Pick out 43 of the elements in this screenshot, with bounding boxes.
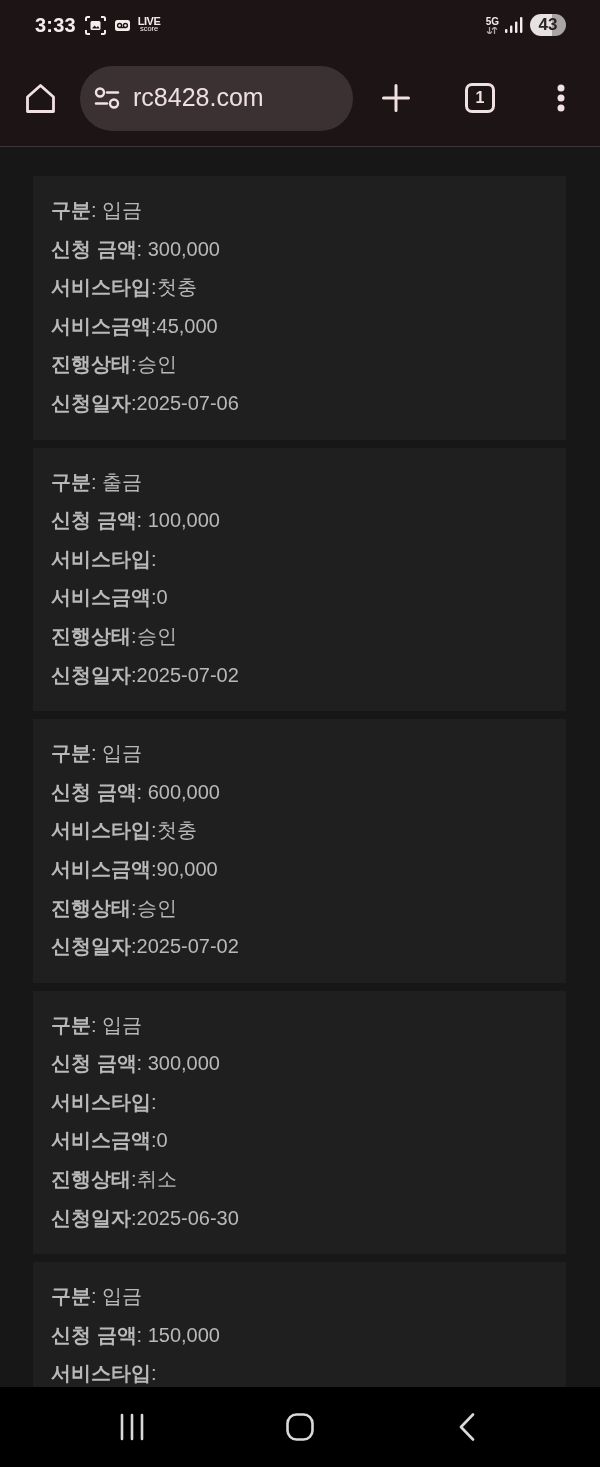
kebab-menu-icon <box>557 84 565 112</box>
detail-line: 구분: 출금 <box>51 469 144 495</box>
detail-line: 신청 금액: 150,000 <box>51 1322 221 1348</box>
detail-line: 신청일자:2025-07-02 <box>51 662 240 688</box>
detail-line: 서비스금액:0 <box>51 585 169 611</box>
detail-line: 신청일자:2025-07-02 <box>51 934 240 960</box>
detail-line: 구분: 입금 <box>51 741 144 767</box>
detail-line: 서비스금액:45,000 <box>51 313 219 339</box>
network-type: 5G <box>485 16 499 27</box>
plus-icon <box>382 84 410 112</box>
site-settings-icon <box>94 87 120 109</box>
detail-line: 서비스타입:첫충 <box>51 818 198 844</box>
tab-switcher-button[interactable]: 1 <box>465 83 495 113</box>
detail-line: 서비스타입:첫충 <box>51 275 198 301</box>
detail-line: 진행상태:승인 <box>51 895 178 921</box>
detail-line: 신청일자:2025-06-30 <box>51 1205 240 1231</box>
url-text: rc8428.com <box>133 82 264 114</box>
detail-line: 서비스금액:0 <box>51 1128 169 1154</box>
detail-line: 서비스타입: <box>51 1361 158 1387</box>
status-time: 3:33 <box>35 13 76 38</box>
detail-line: 서비스타입: <box>51 546 158 572</box>
detail-line: 서비스타입: <box>51 1089 158 1115</box>
voicemail-icon <box>114 19 130 31</box>
address-bar[interactable]: rc8428.com <box>80 65 353 131</box>
detail-line: 신청 금액: 300,000 <box>51 236 221 262</box>
data-arrows-icon <box>486 26 499 34</box>
detail-line: 신청 금액: 100,000 <box>51 508 221 534</box>
detail-line: 서비스금액:90,000 <box>51 856 219 882</box>
detail-line: 진행상태:승인 <box>51 352 178 378</box>
recent-apps-icon <box>118 1413 146 1441</box>
signal-icon <box>505 17 523 33</box>
detail-line: 구분: 입금 <box>51 198 144 223</box>
home-icon <box>24 82 56 114</box>
rounded-square-icon <box>286 1413 314 1441</box>
detail-line: 진행상태:승인 <box>51 623 178 649</box>
detail-line: 신청 금액: 600,000 <box>51 779 221 805</box>
screenshot-icon <box>84 15 106 35</box>
detail-line: 진행상태:취소 <box>51 1167 178 1193</box>
battery-indicator: 43 <box>530 14 566 36</box>
detail-line: 구분: 입금 <box>51 1012 144 1038</box>
detail-line: 신청일자:2025-07-06 <box>51 390 240 416</box>
detail-line: 신청 금액: 300,000 <box>51 1051 221 1077</box>
detail-line: 구분: 입금 <box>51 1284 144 1310</box>
